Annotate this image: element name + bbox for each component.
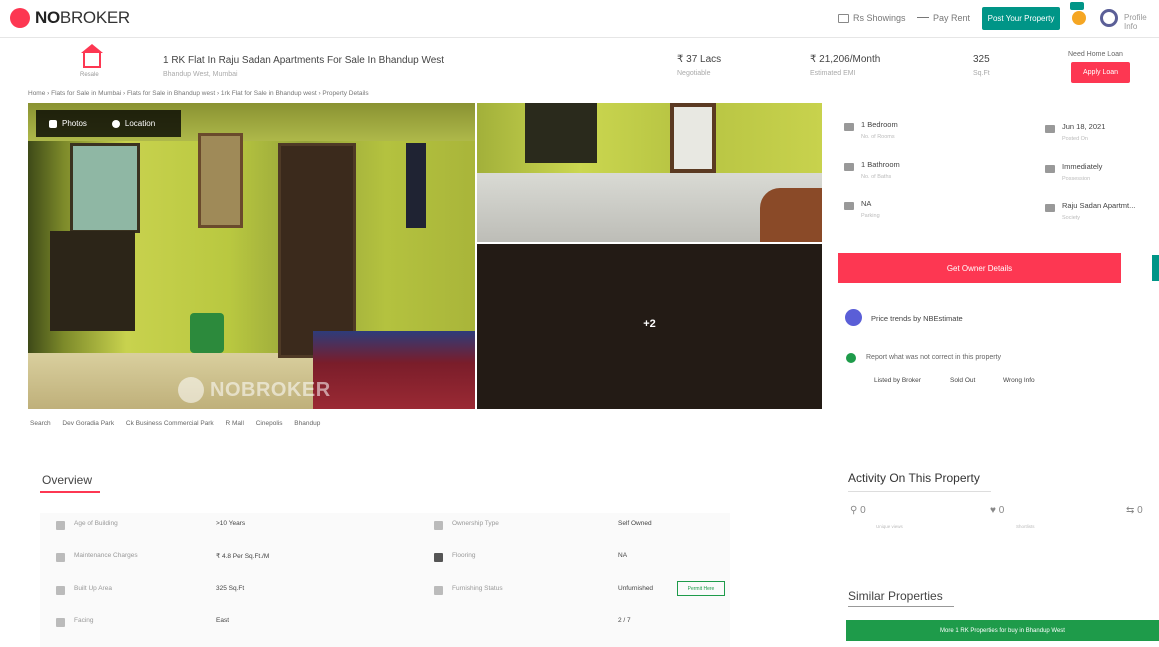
eye-icon: ⚲ [850,505,858,516]
area-value: 325 [973,54,990,65]
camera-icon [49,119,57,128]
chat-icon: ⇆ [1126,505,1135,516]
ownership-icon [434,521,443,530]
unique-views-count: ⚲ 0 [850,505,866,516]
emi-stat: ₹ 21,206/Month Estimated EMI [810,54,880,77]
side-action-button[interactable] [1152,255,1159,281]
watermark: NOBROKER [178,377,331,403]
get-owner-details-button[interactable]: Get Owner Details [838,253,1121,283]
nearby-item[interactable]: Search [30,420,51,427]
nbestimate-icon [845,309,862,326]
unique-views-caption: Unique views [876,524,903,529]
user-menu-label[interactable]: Profile Info [1124,13,1159,31]
price-stat: ₹ 37 Lacs Negotiable [677,54,721,77]
overview-row: Age of Building >10 Years Ownership Type… [56,519,696,533]
property-address: Bhandup West, Mumbai [163,71,238,78]
report-icon [846,353,856,363]
report-listed-by-broker[interactable]: Listed by Broker [874,377,921,384]
flooring-icon [434,553,443,562]
nearby-places: Search Dev Goradia Park Ck Business Comm… [30,420,330,427]
price-value: ₹ 37 Lacs [677,54,722,65]
building-age-icon [56,521,65,530]
similar-underline [848,606,954,607]
more-photos-count: +2 [643,318,656,330]
report-wrong-info[interactable]: Wrong Info [1003,377,1035,384]
watermark-logo-icon [178,377,204,403]
loan-caption: Need Home Loan [1068,51,1123,58]
main-property-photo[interactable]: NOBROKER [28,103,475,409]
area-label: Sq.Ft [973,70,990,77]
property-photo-2[interactable] [477,103,822,242]
sofa-icon [434,586,443,595]
nearby-item[interactable]: Bhandup [294,420,320,427]
property-title: 1 RK Flat In Raju Sadan Apartments For S… [163,55,445,66]
house-icon [83,52,101,68]
nearby-item[interactable]: Ck Business Commercial Park [126,420,214,427]
area-stat: 325 Sq.Ft [973,54,990,77]
permit-button[interactable]: Permit Here [677,581,725,596]
report-prompt: Report what was not correct in this prop… [866,354,1002,361]
bath-icon [844,163,854,171]
emi-label: Estimated EMI [810,70,856,77]
user-avatar-icon[interactable] [1100,9,1118,27]
notification-bell-icon[interactable] [1072,11,1086,25]
nearby-item[interactable]: Cinepolis [256,420,283,427]
overview-row: Maintenance Charges ₹ 4.8 Per Sq.Ft./M F… [56,551,696,565]
shortlists-count: ♥ 0 [990,505,1005,516]
house-caption: Resale [80,72,99,78]
nav-link-pay-rent[interactable]: Pay Rent [933,13,970,23]
breadcrumb[interactable]: Home › Flats for Sale in Mumbai › Flats … [28,90,369,97]
apply-loan-button[interactable]: Apply Loan [1071,62,1130,83]
tab-location[interactable]: Location [111,119,155,128]
top-navbar: NOBROKER Rs Showings Pay Rent Post Your … [0,0,1159,38]
overview-row: Facing East 2 / 7 [56,616,696,630]
building-icon [1045,204,1055,212]
post-property-button[interactable]: Post Your Property [982,7,1060,30]
activity-underline [848,491,991,492]
gallery-tabs: Photos Location [36,110,181,137]
new-badge [1070,2,1084,10]
report-sold-out[interactable]: Sold Out [950,377,975,384]
overview-underline [40,491,100,493]
nearby-item[interactable]: R Mall [226,420,244,427]
similar-properties-title: Similar Properties [848,589,943,603]
logo-text: NOBROKER [35,8,130,27]
nobroker-logo[interactable]: NOBROKER [10,8,130,28]
overview-panel: Age of Building >10 Years Ownership Type… [40,513,730,647]
nav-link-showings[interactable]: Rs Showings [838,13,906,23]
area-icon [56,586,65,595]
more-photos-tile[interactable]: +2 [477,244,822,409]
contacts-count: ⇆ 0 [1126,505,1143,516]
price-trends-link[interactable]: Price trends by NBEstimate [871,314,963,323]
price-label: Negotiable [677,70,711,77]
key-icon [1045,165,1055,173]
similar-properties-button[interactable]: More 1 RK Properties for buy in Bhandup … [846,620,1159,641]
location-icon [111,119,120,128]
bed-icon [844,123,854,131]
emi-value: ₹ 21,206/Month [810,54,881,65]
logo-mark-icon [10,8,30,28]
calendar-icon [1045,125,1055,133]
parking-icon [844,202,854,210]
compass-icon [56,618,65,627]
calendar-icon [838,13,849,23]
activity-title: Activity On This Property [848,471,980,485]
maintenance-icon [56,553,65,562]
divider [917,17,929,18]
tab-photos[interactable]: Photos [49,119,87,128]
heart-icon: ♥ [990,505,996,516]
nearby-item[interactable]: Dev Goradia Park [62,420,114,427]
overview-row: Built Up Area 325 Sq.Ft Furnishing Statu… [56,584,696,598]
shortlists-caption: Shortlists [1016,524,1035,529]
overview-title: Overview [42,473,93,487]
